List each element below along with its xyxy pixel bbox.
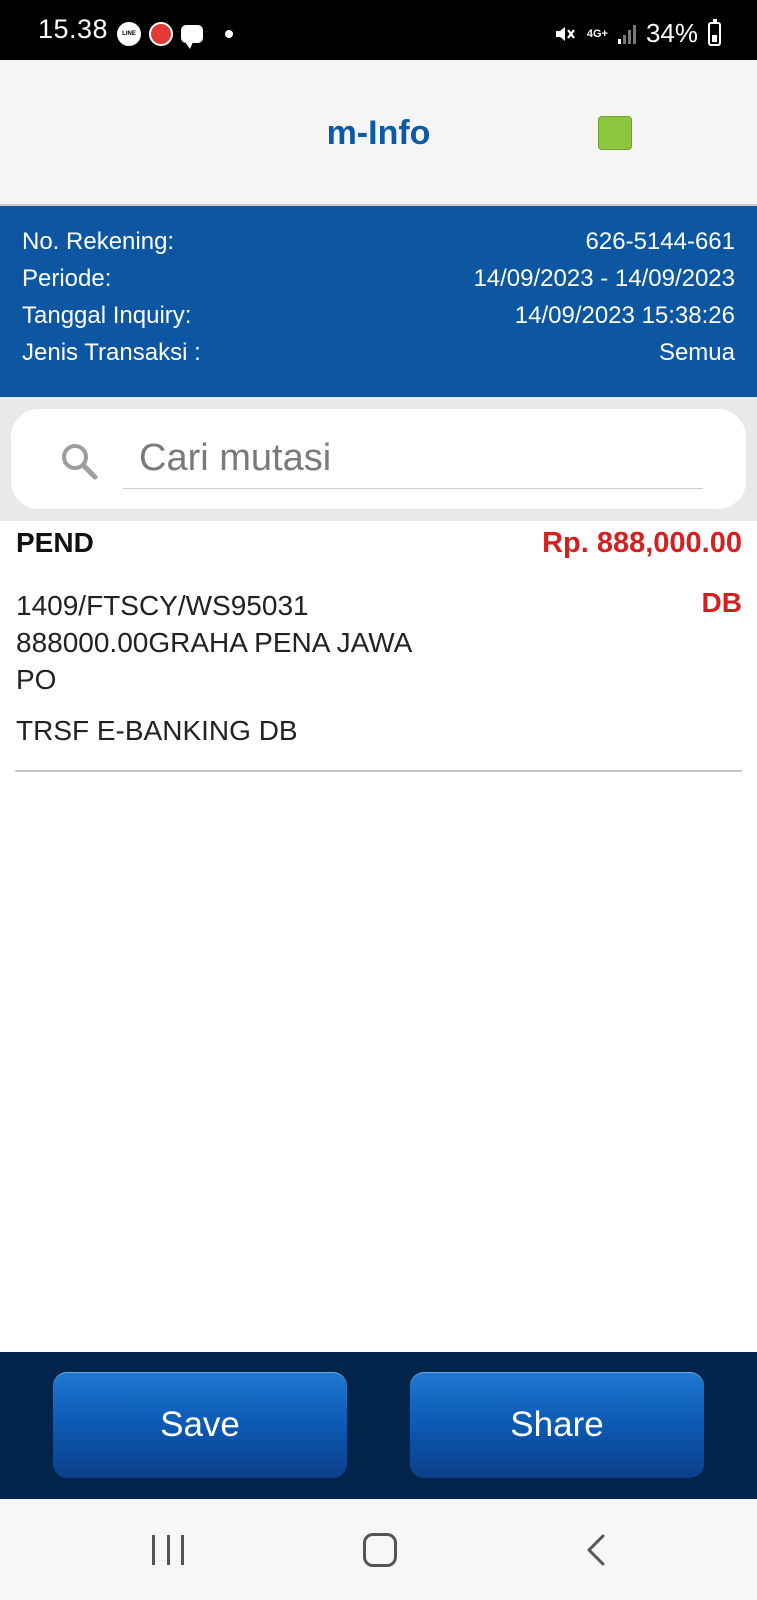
info-label: Tanggal Inquiry: bbox=[22, 302, 192, 329]
dot-icon bbox=[225, 30, 233, 38]
battery-icon bbox=[708, 18, 721, 46]
transaction-type: DB bbox=[701, 587, 742, 618]
transaction-amount: Rp. 888,000.00 bbox=[542, 527, 742, 559]
info-value: 626-5144-661 bbox=[585, 228, 735, 255]
transaction-note: TRSF E-BANKING DB bbox=[16, 715, 298, 746]
info-label: Periode: bbox=[22, 265, 112, 292]
red-app-icon bbox=[149, 22, 173, 46]
divider bbox=[15, 770, 742, 772]
info-row-inquiry-date: Tanggal Inquiry: 14/09/2023 15:38:26 bbox=[22, 302, 735, 330]
network-icon: 4G+ bbox=[586, 27, 608, 40]
search-icon bbox=[62, 444, 98, 480]
recent-apps-icon[interactable] bbox=[152, 1535, 184, 1565]
system-status-icons: 4G+ 34% bbox=[553, 18, 721, 49]
search-input[interactable] bbox=[123, 429, 703, 489]
description-line: PO bbox=[16, 664, 57, 695]
status-bar: 15.38 LINE 4G+ 34% bbox=[0, 0, 757, 60]
info-label: Jenis Transaksi : bbox=[22, 339, 201, 366]
mute-icon bbox=[555, 26, 575, 41]
info-row-period: Periode: 14/09/2023 - 14/09/2023 bbox=[22, 265, 735, 293]
account-info-panel: No. Rekening: 626-5144-661 Periode: 14/0… bbox=[0, 206, 757, 397]
search-box[interactable] bbox=[11, 409, 746, 509]
info-label: No. Rekening: bbox=[22, 228, 175, 255]
page-title: m-Info bbox=[326, 114, 431, 152]
system-nav-bar bbox=[0, 1499, 757, 1600]
share-button[interactable]: Share bbox=[410, 1372, 704, 1478]
notification-icons: LINE bbox=[117, 22, 233, 49]
bottom-action-bar: Save Share bbox=[0, 1352, 757, 1499]
info-value: 14/09/2023 15:38:26 bbox=[514, 302, 735, 329]
transaction-item[interactable]: PEND Rp. 888,000.00 1409/FTSCY/WS95031 8… bbox=[0, 521, 757, 773]
transaction-description: 1409/FTSCY/WS95031 888000.00GRAHA PENA J… bbox=[16, 587, 486, 698]
save-button[interactable]: Save bbox=[53, 1372, 347, 1478]
battery-percent: 34% bbox=[645, 18, 698, 48]
back-icon[interactable] bbox=[581, 1533, 613, 1567]
status-time: 15.38 bbox=[38, 14, 109, 44]
description-line: 1409/FTSCY/WS95031 bbox=[16, 590, 309, 621]
info-value: 14/09/2023 - 14/09/2023 bbox=[473, 265, 735, 292]
app-header: m-Info bbox=[0, 60, 757, 206]
message-icon bbox=[181, 25, 203, 49]
signal-icon bbox=[617, 24, 636, 44]
info-row-account-number: No. Rekening: 626-5144-661 bbox=[22, 228, 735, 256]
info-row-transaction-type: Jenis Transaksi : Semua bbox=[22, 339, 735, 367]
info-value: Semua bbox=[658, 339, 735, 366]
description-line: 888000.00GRAHA PENA JAWA bbox=[16, 627, 413, 658]
home-icon[interactable] bbox=[363, 1533, 397, 1567]
line-icon: LINE bbox=[117, 22, 141, 46]
search-area bbox=[0, 397, 757, 521]
connection-status-indicator bbox=[598, 116, 632, 150]
transaction-status: PEND bbox=[16, 527, 94, 558]
